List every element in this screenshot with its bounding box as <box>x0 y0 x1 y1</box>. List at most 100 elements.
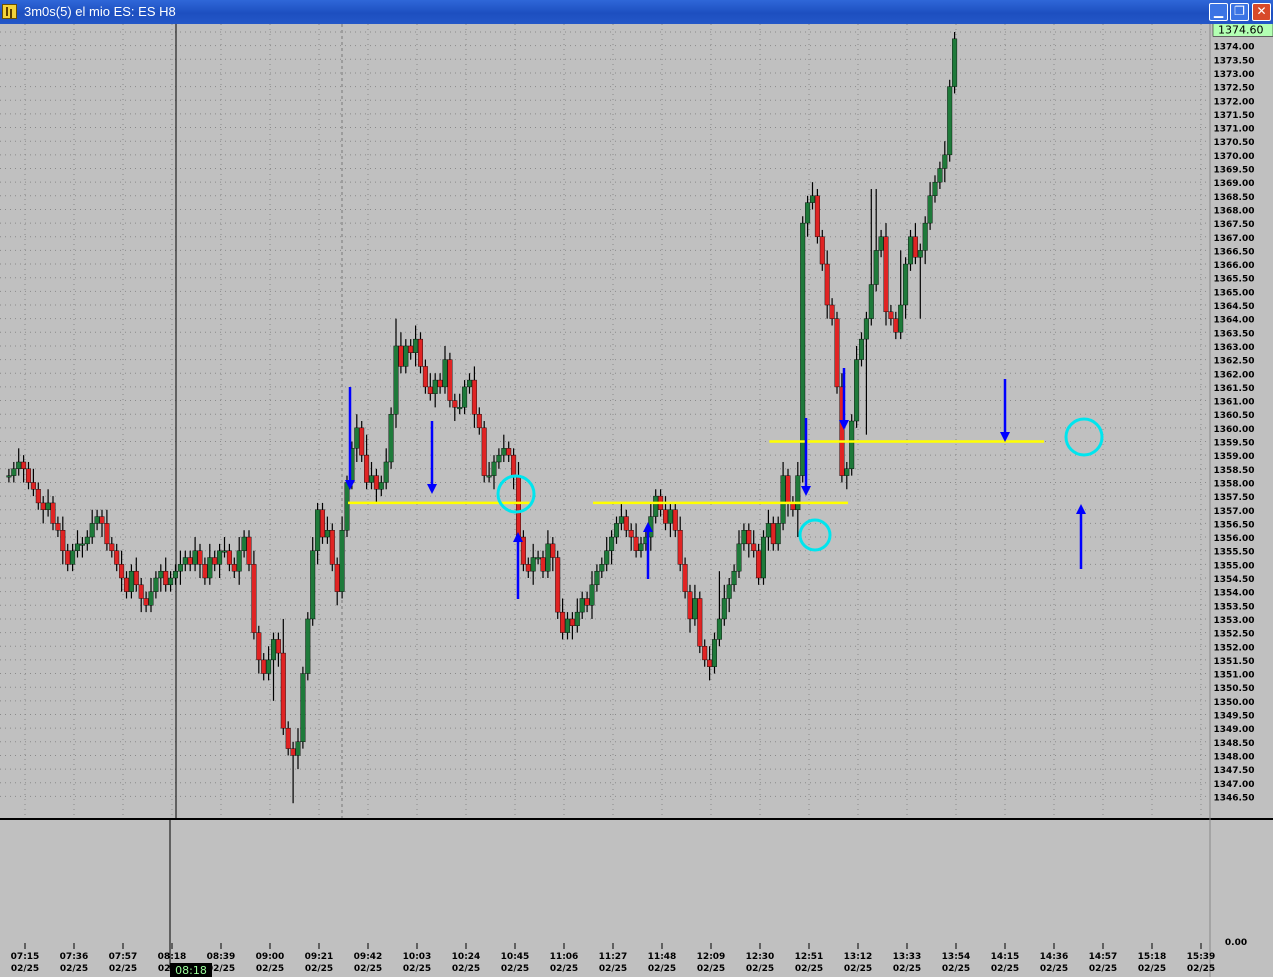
candle-body <box>756 550 762 579</box>
candle-body <box>226 550 232 565</box>
candle-body <box>432 379 438 394</box>
candle-body <box>765 523 771 538</box>
price-tick-label: 1355.50 <box>1214 548 1255 558</box>
candle-body <box>310 550 316 620</box>
price-tick-label: 1349.00 <box>1214 725 1255 735</box>
candle-body <box>726 584 732 599</box>
candle-body <box>682 564 688 592</box>
candle-body <box>334 564 340 592</box>
candle-body <box>692 598 698 620</box>
date-tick-label: 02/25 <box>746 964 774 974</box>
price-tick-label: 1356.50 <box>1214 520 1255 530</box>
date-tick-label: 02/25 <box>60 964 88 974</box>
candle-body <box>79 543 85 546</box>
candle-body <box>545 543 551 572</box>
window-titlebar[interactable]: 3m0s(5) el mio ES: ES H8 ▁ ❐ ✕ <box>0 0 1273 24</box>
candle-body <box>800 222 806 476</box>
candle-body <box>241 536 247 551</box>
candle-body <box>878 236 884 251</box>
candle-body <box>11 468 17 476</box>
price-tick-label: 1353.00 <box>1214 616 1255 626</box>
candle-body <box>844 468 850 476</box>
candle-body <box>663 509 669 524</box>
candle-body <box>231 564 237 572</box>
candle-body <box>471 379 477 415</box>
price-tick-label: 1352.50 <box>1214 630 1255 640</box>
price-tick-label: 1359.00 <box>1214 452 1255 462</box>
candle-body <box>182 557 188 565</box>
candle-body <box>908 236 914 265</box>
candle-body <box>275 639 281 654</box>
candle-body <box>163 570 169 586</box>
candle-body <box>290 748 296 756</box>
candle-body <box>462 386 468 408</box>
candle-body <box>437 379 443 388</box>
candle-body <box>525 564 531 572</box>
candle-body <box>99 516 105 524</box>
window-title: 3m0s(5) el mio ES: ES H8 <box>24 4 176 19</box>
price-tick-label: 1366.00 <box>1214 261 1255 271</box>
candle-body <box>736 543 742 572</box>
candle-body <box>579 598 585 613</box>
time-tick-label: 12:51 <box>795 952 824 962</box>
candle-body <box>614 523 620 538</box>
price-tick-label: 1371.50 <box>1214 111 1255 121</box>
candle-body <box>119 564 125 579</box>
candle-body <box>418 338 424 367</box>
price-tick-label: 1354.50 <box>1214 575 1255 585</box>
candle-body <box>148 591 154 606</box>
date-tick-label: 02/25 <box>354 964 382 974</box>
candle-body <box>780 475 786 524</box>
price-tick-label: 1360.50 <box>1214 411 1255 421</box>
price-tick-label: 1358.50 <box>1214 466 1255 476</box>
candle-body <box>266 659 272 674</box>
time-tick-label: 13:54 <box>942 952 971 962</box>
candle-body <box>442 359 448 388</box>
price-tick-label: 1365.50 <box>1214 275 1255 285</box>
price-tick-label: 1365.00 <box>1214 288 1255 298</box>
price-tick-label: 1367.00 <box>1214 234 1255 244</box>
candle-body <box>506 448 512 456</box>
minimize-button[interactable]: ▁ <box>1209 3 1228 21</box>
date-tick-label: 02/25 <box>1089 964 1117 974</box>
candle-body <box>721 598 727 620</box>
candle-body <box>511 454 517 476</box>
candle-body <box>628 530 634 538</box>
candle-body <box>697 598 703 647</box>
candle-body <box>903 263 909 306</box>
candle-body <box>447 359 453 401</box>
candle-body <box>927 195 933 224</box>
candle-body <box>70 550 76 565</box>
candle-body <box>859 338 865 360</box>
candle-body <box>952 38 958 87</box>
candle-body <box>55 523 61 531</box>
candle-body <box>422 366 428 388</box>
candle-body <box>761 536 767 579</box>
candle-body <box>584 598 590 606</box>
candle-body <box>251 564 257 633</box>
price-tick-label: 1350.00 <box>1214 698 1255 708</box>
candle-body <box>300 673 306 742</box>
time-tick-label: 13:12 <box>844 952 873 962</box>
candle-body <box>569 618 575 626</box>
date-tick-label: 02/25 <box>599 964 627 974</box>
candle-body <box>868 284 874 319</box>
candle-body <box>344 482 350 531</box>
candle-body <box>501 448 507 456</box>
candle-body <box>687 591 693 620</box>
candle-body <box>770 523 776 545</box>
close-button[interactable]: ✕ <box>1252 3 1271 21</box>
price-tick-label: 1353.50 <box>1214 602 1255 612</box>
price-tick-label: 1358.00 <box>1214 479 1255 489</box>
restore-button[interactable]: ❐ <box>1230 3 1249 21</box>
candle-body <box>408 345 414 353</box>
price-tick-label: 1364.00 <box>1214 316 1255 326</box>
date-tick-label: 02/25 <box>795 964 823 974</box>
price-chart[interactable]: 1374.00 1373.50 1373.00 1372.50 1372.00 1371.… <box>0 24 1273 977</box>
time-tick-label: 14:57 <box>1089 952 1118 962</box>
time-tick-label: 09:21 <box>305 952 334 962</box>
candle-body <box>785 475 791 504</box>
candle-body <box>143 598 149 606</box>
candle-body <box>26 468 32 483</box>
candle-body <box>373 475 379 490</box>
